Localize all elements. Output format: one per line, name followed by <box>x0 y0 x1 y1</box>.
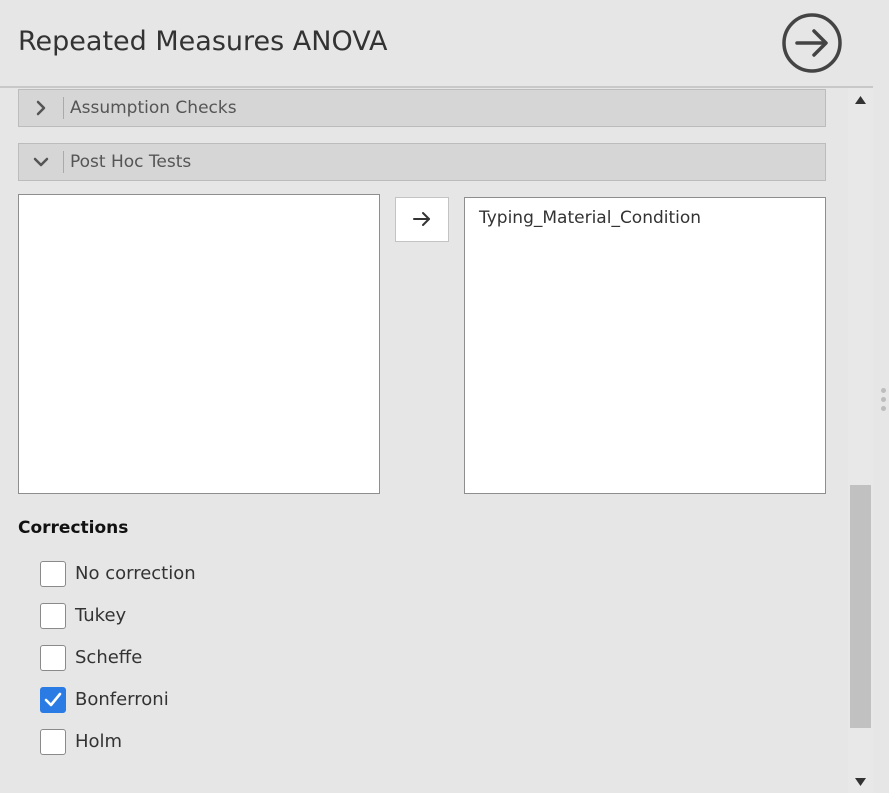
scroll-up-arrow-icon[interactable] <box>855 96 866 104</box>
section-label: Assumption Checks <box>70 98 237 118</box>
scroll-down-arrow-icon[interactable] <box>855 778 866 786</box>
checkbox-box[interactable] <box>40 645 66 671</box>
options-header: Repeated Measures ANOVA <box>0 0 873 88</box>
page-title: Repeated Measures ANOVA <box>18 26 388 57</box>
checkbox-label: Scheffe <box>75 647 143 668</box>
checkbox-box[interactable] <box>40 687 66 713</box>
available-variables-list[interactable] <box>18 194 380 494</box>
panel-resize-grip-icon[interactable] <box>879 388 887 414</box>
run-analysis-button[interactable] <box>781 12 843 74</box>
section-label: Post Hoc Tests <box>70 152 192 172</box>
chevron-down-icon <box>33 157 49 167</box>
circle-arrow-right-icon <box>782 13 842 73</box>
checkbox-label: Bonferroni <box>75 689 169 710</box>
list-item[interactable]: Typing_Material_Condition <box>479 208 701 228</box>
vertical-scrollbar[interactable] <box>848 88 873 793</box>
checkbox-label: Tukey <box>75 605 127 626</box>
section-divider <box>63 151 64 173</box>
checkbox-label: No correction <box>75 563 196 584</box>
arrow-right-icon <box>413 212 430 226</box>
corrections-title: Corrections <box>18 518 129 538</box>
chevron-right-icon <box>36 100 46 116</box>
section-post-hoc-tests[interactable]: Post Hoc Tests <box>18 143 826 181</box>
checkmark-icon <box>44 692 62 707</box>
scrollbar-thumb[interactable] <box>850 485 871 728</box>
checkbox-box[interactable] <box>40 561 66 587</box>
checkbox-box[interactable] <box>40 603 66 629</box>
section-assumption-checks[interactable]: Assumption Checks <box>18 89 826 127</box>
checkbox-box[interactable] <box>40 729 66 755</box>
checkbox-label: Holm <box>75 731 123 752</box>
section-divider <box>63 97 64 119</box>
selected-terms-list[interactable]: Typing_Material_Condition <box>464 197 826 494</box>
move-to-selected-button[interactable] <box>395 197 449 242</box>
